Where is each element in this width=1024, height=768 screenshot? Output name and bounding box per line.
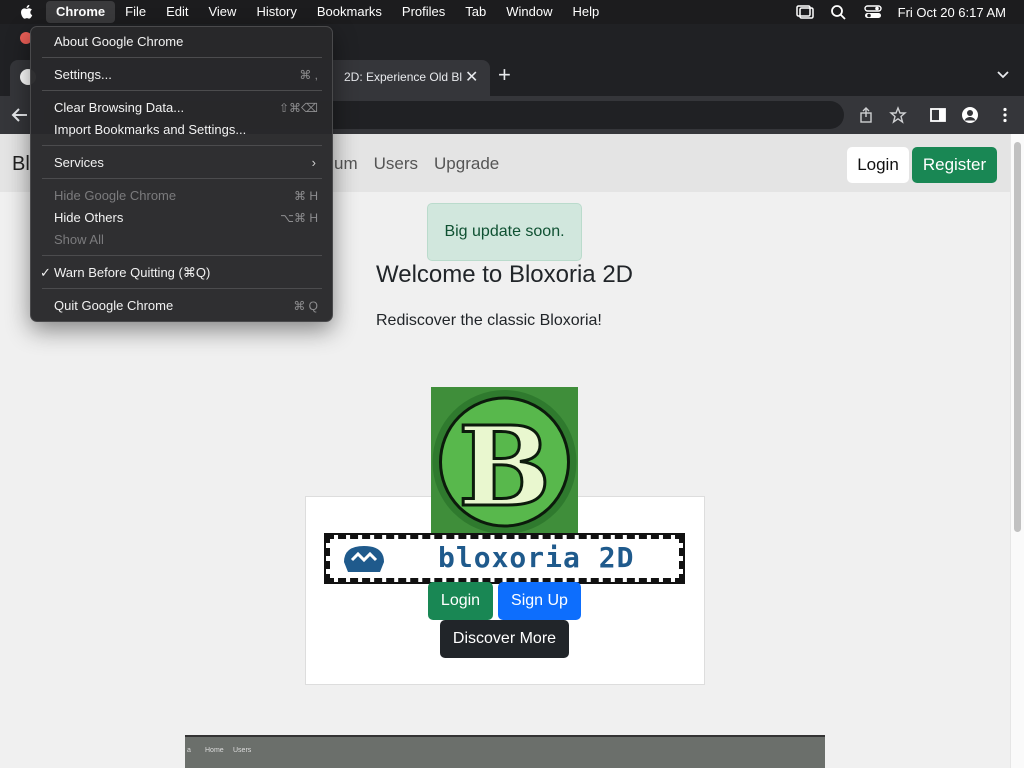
scrollbar-thumb[interactable] bbox=[1014, 142, 1021, 532]
menu-item-settings[interactable]: Settings... ⌘ , bbox=[31, 64, 334, 86]
menu-tab[interactable]: Tab bbox=[455, 1, 496, 23]
menu-item-label: Warn Before Quitting (⌘Q) bbox=[54, 265, 211, 280]
menu-separator bbox=[42, 145, 322, 146]
site-brand[interactable]: Bl bbox=[12, 153, 30, 176]
menu-item-hide-chrome: Hide Google Chrome ⌘ H bbox=[31, 185, 334, 207]
menu-item-label: Show All bbox=[54, 232, 104, 247]
discover-more-button[interactable]: Discover More bbox=[440, 620, 569, 658]
profile-avatar-icon[interactable] bbox=[961, 106, 979, 124]
menu-item-shortcut: ⌘ , bbox=[299, 68, 318, 82]
nav-link-upgrade[interactable]: Upgrade bbox=[434, 154, 499, 174]
menu-item-shortcut: ⌥⌘ H bbox=[280, 211, 318, 225]
welcome-heading: Welcome to Bloxoria 2D bbox=[376, 261, 633, 288]
side-panel-icon[interactable] bbox=[929, 106, 947, 124]
share-icon[interactable] bbox=[857, 106, 875, 124]
menu-item-label: Import Bookmarks and Settings... bbox=[54, 122, 247, 137]
nav-link-users[interactable]: Users bbox=[374, 154, 418, 174]
menu-chrome[interactable]: Chrome bbox=[46, 1, 116, 23]
tab-title: 2D: Experience Old Bl bbox=[344, 70, 462, 84]
menu-file[interactable]: File bbox=[115, 1, 156, 23]
menu-help[interactable]: Help bbox=[563, 1, 610, 23]
page-scrollbar[interactable] bbox=[1010, 134, 1024, 768]
menu-item-label: Services bbox=[54, 155, 104, 170]
card-signup-button[interactable]: Sign Up bbox=[498, 582, 581, 620]
apple-icon[interactable] bbox=[18, 3, 36, 21]
menu-profiles[interactable]: Profiles bbox=[392, 1, 455, 23]
menu-history[interactable]: History bbox=[246, 1, 306, 23]
update-alert: Big update soon. bbox=[427, 203, 582, 261]
welcome-tagline: Rediscover the classic Bloxoria! bbox=[376, 312, 602, 329]
back-arrow-icon[interactable] bbox=[10, 105, 30, 125]
menu-item-shortcut: ⌘ H bbox=[294, 189, 318, 203]
menu-item-label: About Google Chrome bbox=[54, 34, 184, 49]
menu-item-about-chrome[interactable]: About Google Chrome bbox=[31, 31, 334, 53]
menu-item-import-bookmarks[interactable]: Import Bookmarks and Settings... bbox=[31, 119, 334, 141]
site-nav-links: um Users Upgrade bbox=[334, 154, 499, 174]
new-tab-button[interactable]: + bbox=[498, 64, 511, 86]
checkmark-icon: ✓ bbox=[40, 265, 51, 280]
nav-link-forum[interactable]: um bbox=[334, 154, 358, 174]
menu-item-label: Settings... bbox=[54, 67, 112, 82]
bloxoria-2d-banner: bloxoria 2D bbox=[324, 533, 685, 584]
menubar-clock: Fri Oct 20 6:17 AM bbox=[897, 4, 1006, 20]
menu-view[interactable]: View bbox=[198, 1, 246, 23]
logo-letter: B bbox=[458, 402, 551, 531]
menu-item-clear-browsing-data[interactable]: Clear Browsing Data... ⇧⌘⌫ bbox=[31, 97, 334, 119]
preview-users: Users bbox=[233, 747, 252, 754]
menu-separator bbox=[42, 90, 322, 91]
menu-item-quit-chrome[interactable]: Quit Google Chrome ⌘ Q bbox=[31, 295, 334, 317]
submenu-chevron-icon: › bbox=[311, 155, 316, 170]
menu-item-label: Hide Google Chrome bbox=[54, 188, 177, 203]
menu-item-services[interactable]: Services › bbox=[31, 152, 334, 174]
menu-separator bbox=[42, 57, 322, 58]
menu-separator bbox=[42, 178, 322, 179]
preview-home: Home bbox=[205, 747, 224, 754]
menu-item-shortcut: ⌘ Q bbox=[293, 299, 318, 313]
menu-item-label: Quit Google Chrome bbox=[54, 298, 174, 313]
menu-separator bbox=[42, 255, 322, 256]
screen-mirroring-icon[interactable] bbox=[795, 4, 814, 20]
chrome-app-menu: About Google Chrome Settings... ⌘ , Clea… bbox=[30, 26, 333, 322]
menu-item-label: Clear Browsing Data... bbox=[54, 100, 185, 115]
menu-item-shortcut: ⇧⌘⌫ bbox=[278, 101, 318, 115]
bloxoria-b-logo: B bbox=[431, 387, 578, 535]
preview-brand: a bbox=[187, 747, 191, 754]
banner-text: bloxoria 2D bbox=[438, 541, 635, 574]
menu-edit[interactable]: Edit bbox=[156, 1, 198, 23]
menu-window[interactable]: Window bbox=[496, 1, 562, 23]
menu-item-warn-before-quitting[interactable]: ✓ Warn Before Quitting (⌘Q) bbox=[31, 262, 334, 284]
nav-login-button[interactable]: Login bbox=[847, 147, 909, 183]
more-options-icon[interactable] bbox=[996, 106, 1014, 124]
menu-separator bbox=[42, 288, 322, 289]
menu-item-label: Hide Others bbox=[54, 210, 124, 225]
tab-close-icon[interactable]: ✕ bbox=[465, 67, 478, 87]
macos-menu-bar: Chrome File Edit View History Bookmarks … bbox=[0, 0, 1024, 24]
tab-search-chevron-icon[interactable] bbox=[996, 68, 1010, 82]
menu-item-show-all: Show All bbox=[31, 229, 334, 251]
card-login-button[interactable]: Login bbox=[428, 582, 493, 620]
menu-item-hide-others[interactable]: Hide Others ⌥⌘ H bbox=[31, 207, 334, 229]
site-preview-screenshot: a Home Users bbox=[185, 735, 825, 768]
menu-bookmarks[interactable]: Bookmarks bbox=[307, 1, 392, 23]
control-center-icon[interactable] bbox=[863, 4, 882, 20]
spotlight-search-icon[interactable] bbox=[830, 4, 848, 20]
bookmark-star-icon[interactable] bbox=[889, 106, 907, 124]
nav-register-button[interactable]: Register bbox=[912, 147, 997, 183]
bloxoria-mascot-icon bbox=[344, 546, 384, 572]
